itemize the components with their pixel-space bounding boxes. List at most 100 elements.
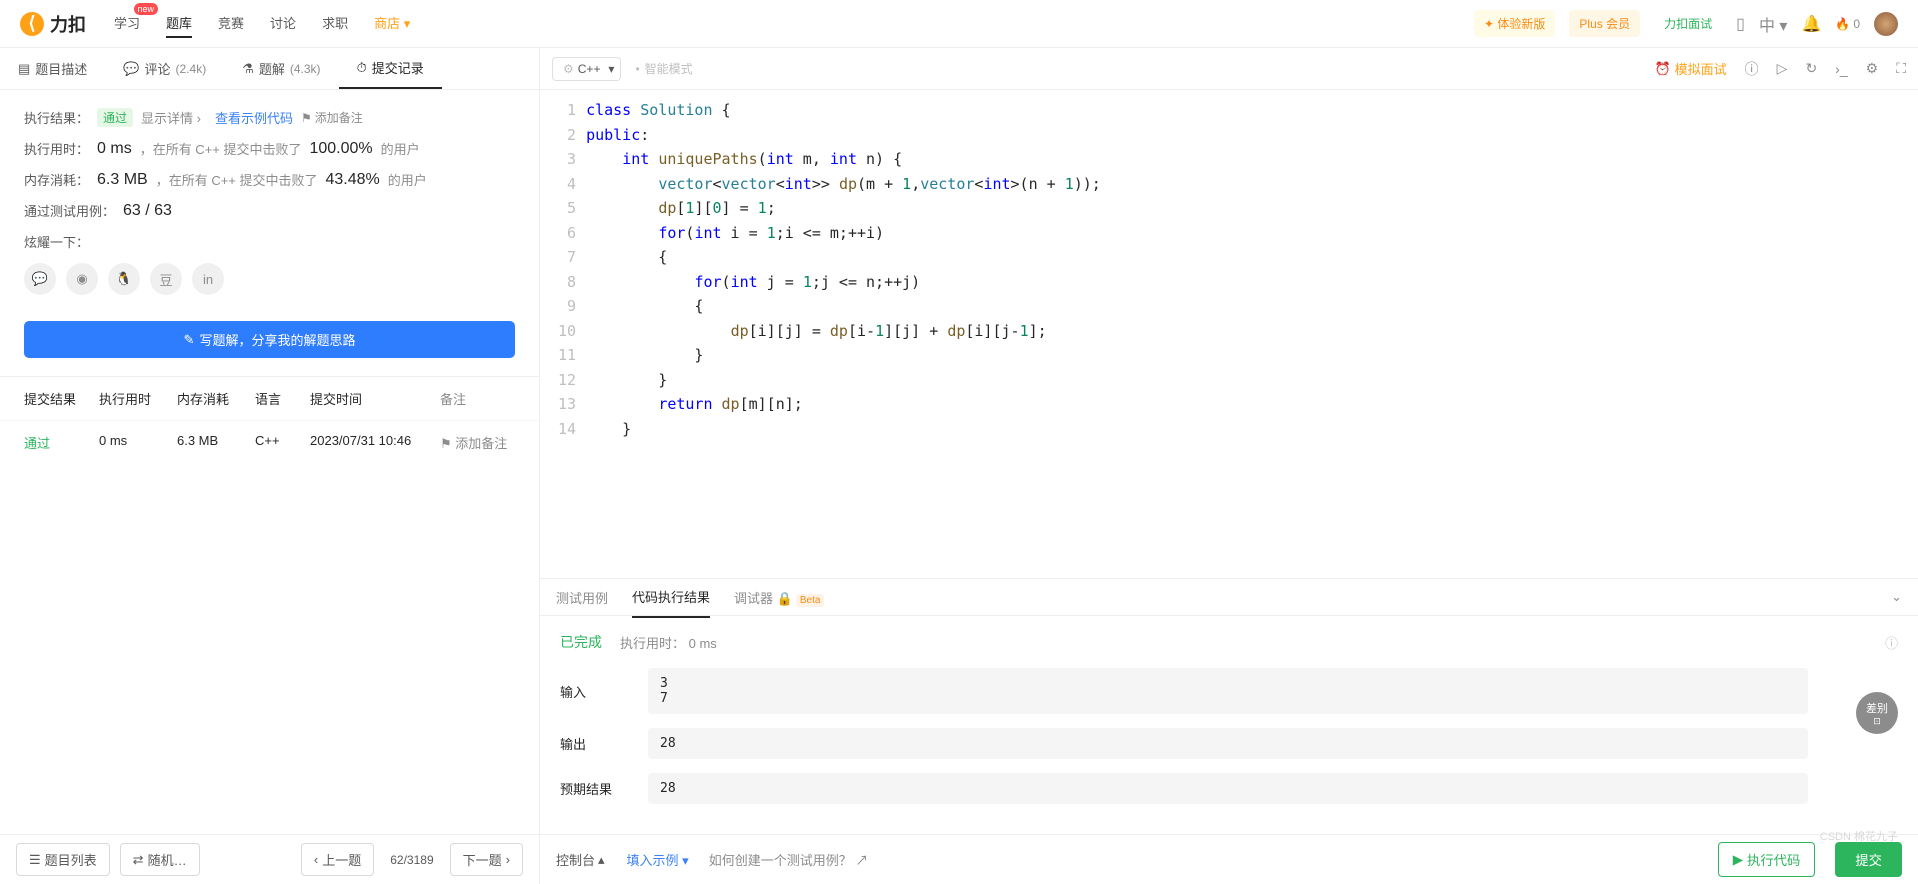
chevron-right-icon: › bbox=[506, 852, 510, 867]
linkedin-icon[interactable]: in bbox=[192, 263, 224, 295]
status-badge: 通过 bbox=[97, 108, 133, 127]
comment-icon: 💬 bbox=[123, 61, 139, 77]
output-value: 28 bbox=[648, 728, 1808, 759]
submit-button[interactable]: 提交 bbox=[1835, 842, 1902, 877]
shuffle-button[interactable]: ⇄随机… bbox=[120, 843, 200, 876]
how-create-testcase-link[interactable]: 如何创建一个测试用例？ ↗ bbox=[709, 850, 869, 869]
fill-example-button[interactable]: 填入示例 ▾ bbox=[627, 850, 689, 869]
tab-submissions[interactable]: ⏱提交记录 bbox=[339, 48, 442, 89]
runtime-value: 0 ms bbox=[97, 140, 132, 158]
memory-pct: 43.48% bbox=[326, 171, 380, 189]
problem-list-button[interactable]: ☰题目列表 bbox=[16, 843, 110, 876]
flag-icon: ⚑ bbox=[301, 111, 312, 125]
play-icon[interactable]: ▷ bbox=[1777, 60, 1788, 77]
testcase-value: 63 / 63 bbox=[123, 202, 172, 220]
row-add-note[interactable]: ⚑ 添加备注 bbox=[440, 433, 515, 452]
memory-label: 内存消耗： bbox=[24, 170, 89, 189]
qq-icon[interactable]: 🐧 bbox=[108, 263, 140, 295]
info-icon[interactable]: ⓘ bbox=[1885, 633, 1898, 652]
flask-icon: ⚗ bbox=[242, 61, 254, 77]
write-solution-button[interactable]: ✎写题解，分享我的解题思路 bbox=[24, 321, 515, 358]
watermark: CSDN 棉花九子 bbox=[1820, 828, 1898, 844]
top-nav: ⟨ 力扣 学习new 题库 竞赛 讨论 求职 商店 ▾ ✦ 体验新版 Plus … bbox=[0, 0, 1918, 48]
prev-button[interactable]: ‹上一题 bbox=[301, 843, 374, 876]
diff-float-button[interactable]: 差别⊡ bbox=[1856, 692, 1898, 734]
line-numbers: 1234567891011121314 bbox=[540, 90, 586, 578]
code-editor[interactable]: 1234567891011121314 class Solution { pub… bbox=[540, 90, 1918, 578]
next-button[interactable]: 下一题› bbox=[450, 843, 523, 876]
shuffle-icon: ⇄ bbox=[133, 852, 144, 868]
flag-icon: ⚑ bbox=[440, 436, 452, 451]
chevron-left-icon: ‹ bbox=[314, 852, 318, 867]
exec-result-label: 执行结果： bbox=[24, 108, 89, 127]
nav-right: ✦ 体验新版 Plus 会员 力扣面试 ▯ 中 ▾ 🔔 🔥 0 bbox=[1474, 10, 1898, 37]
weibo-icon[interactable]: ◉ bbox=[66, 263, 98, 295]
tab-description[interactable]: ▤题目描述 bbox=[0, 48, 105, 89]
left-tab-bar: ▤题目描述 💬评论(2.4k) ⚗题解(4.3k) ⏱提交记录 bbox=[0, 48, 539, 90]
input-label: 输入 bbox=[560, 682, 630, 701]
logo[interactable]: ⟨ 力扣 bbox=[20, 11, 86, 37]
tab-testcase[interactable]: 测试用例 bbox=[556, 578, 608, 617]
show-detail-link[interactable]: 显示详情 › bbox=[141, 108, 201, 127]
logo-text: 力扣 bbox=[50, 11, 86, 37]
table-row[interactable]: 通过 0 ms 6.3 MB C++ 2023/07/31 10:46 ⚑ 添加… bbox=[0, 420, 539, 464]
done-status: 已完成 bbox=[560, 632, 602, 652]
fullscreen-icon[interactable]: ⛶ bbox=[1896, 60, 1906, 77]
left-bottom-bar: ☰题目列表 ⇄随机… ‹上一题 62/3189 下一题› bbox=[0, 834, 539, 884]
expected-label: 预期结果 bbox=[560, 779, 630, 798]
table-header: 提交结果 执行用时 内存消耗 语言 提交时间 备注 bbox=[0, 377, 539, 420]
interview-button[interactable]: 力扣面试 bbox=[1654, 10, 1722, 37]
result-card: 执行结果： 通过 显示详情 › 查看示例代码 ⚑添加备注 执行用时： 0 ms … bbox=[0, 90, 539, 313]
nav-jobs[interactable]: 求职 bbox=[322, 9, 348, 38]
chevron-down-icon: ▾ bbox=[608, 62, 614, 76]
chevron-down-icon: ▾ bbox=[404, 16, 411, 31]
tab-solutions[interactable]: ⚗题解(4.3k) bbox=[224, 48, 338, 89]
tab-debugger[interactable]: 调试器 🔒Beta bbox=[734, 578, 824, 617]
doc-icon: ▤ bbox=[18, 61, 30, 77]
runtime-label: 执行用时： bbox=[24, 139, 89, 158]
chevron-up-icon: ▴ bbox=[598, 852, 605, 868]
wechat-icon[interactable]: 💬 bbox=[24, 263, 56, 295]
nav-discuss[interactable]: 讨论 bbox=[270, 9, 296, 38]
code-toolbar: ⚙C++ ▾ • 智能模式 ⏰模拟面试 ⓘ ▷ ↻ ›_ ⚙ ⛶ bbox=[540, 48, 1918, 90]
memory-value: 6.3 MB bbox=[97, 171, 148, 189]
language-select[interactable]: ⚙C++ ▾ bbox=[552, 57, 621, 81]
submissions-table: 提交结果 执行用时 内存消耗 语言 提交时间 备注 通过 0 ms 6.3 MB… bbox=[0, 376, 539, 834]
nav-contest[interactable]: 竞赛 bbox=[218, 9, 244, 38]
nav-problems[interactable]: 题库 bbox=[166, 9, 192, 38]
smart-mode-toggle[interactable]: • 智能模式 bbox=[635, 60, 692, 77]
avatar[interactable] bbox=[1874, 12, 1898, 36]
run-button[interactable]: ▶执行代码 bbox=[1718, 842, 1816, 877]
plus-button[interactable]: Plus 会员 bbox=[1569, 10, 1640, 37]
expand-output-icon[interactable]: ⌄ bbox=[1891, 589, 1902, 605]
bell-icon[interactable]: 🔔 bbox=[1801, 14, 1821, 34]
nav-study[interactable]: 学习new bbox=[114, 9, 140, 38]
mock-interview-button[interactable]: ⏰模拟面试 bbox=[1654, 59, 1726, 78]
output-label: 输出 bbox=[560, 734, 630, 753]
terminal-icon[interactable]: ›_ bbox=[1835, 61, 1847, 77]
lang-button[interactable]: 中 ▾ bbox=[1759, 12, 1788, 36]
output-tabs: 测试用例 代码执行结果 调试器 🔒Beta ⌄ bbox=[540, 578, 1918, 616]
douban-icon[interactable]: 豆 bbox=[150, 263, 182, 295]
tab-comments[interactable]: 💬评论(2.4k) bbox=[105, 48, 224, 89]
new-badge: new bbox=[134, 3, 159, 15]
right-bottom-bar: 控制台 ▴ 填入示例 ▾ 如何创建一个测试用例？ ↗ ▶执行代码 提交 bbox=[540, 834, 1918, 884]
add-note-button[interactable]: ⚑添加备注 bbox=[301, 109, 363, 126]
right-panel: ⚙C++ ▾ • 智能模式 ⏰模拟面试 ⓘ ▷ ↻ ›_ ⚙ ⛶ 1234567… bbox=[540, 48, 1918, 884]
info-icon[interactable]: ⓘ bbox=[1745, 59, 1759, 79]
console-toggle[interactable]: 控制台 ▴ bbox=[556, 850, 605, 869]
try-new-button[interactable]: ✦ 体验新版 bbox=[1474, 10, 1555, 37]
settings-icon[interactable]: ⚙ bbox=[1866, 60, 1879, 77]
pencil-icon: ✎ bbox=[184, 332, 195, 348]
nav-shop[interactable]: 商店 ▾ bbox=[374, 9, 410, 38]
clock-icon: ⏱ bbox=[357, 60, 367, 76]
streak-count[interactable]: 🔥 0 bbox=[1835, 17, 1860, 31]
output-body: 已完成 执行用时： 0 ms ⓘ 输入 3 7 输出 28 预期结果 28 bbox=[540, 616, 1918, 834]
mobile-icon[interactable]: ▯ bbox=[1736, 14, 1745, 34]
lock-icon: 🔒 bbox=[777, 591, 793, 606]
view-example-link[interactable]: 查看示例代码 bbox=[215, 108, 293, 127]
tab-result[interactable]: 代码执行结果 bbox=[632, 577, 710, 618]
code-content[interactable]: class Solution { public: int uniquePaths… bbox=[586, 90, 1918, 578]
page-indicator: 62/3189 bbox=[390, 853, 433, 867]
refresh-icon[interactable]: ↻ bbox=[1805, 60, 1817, 77]
